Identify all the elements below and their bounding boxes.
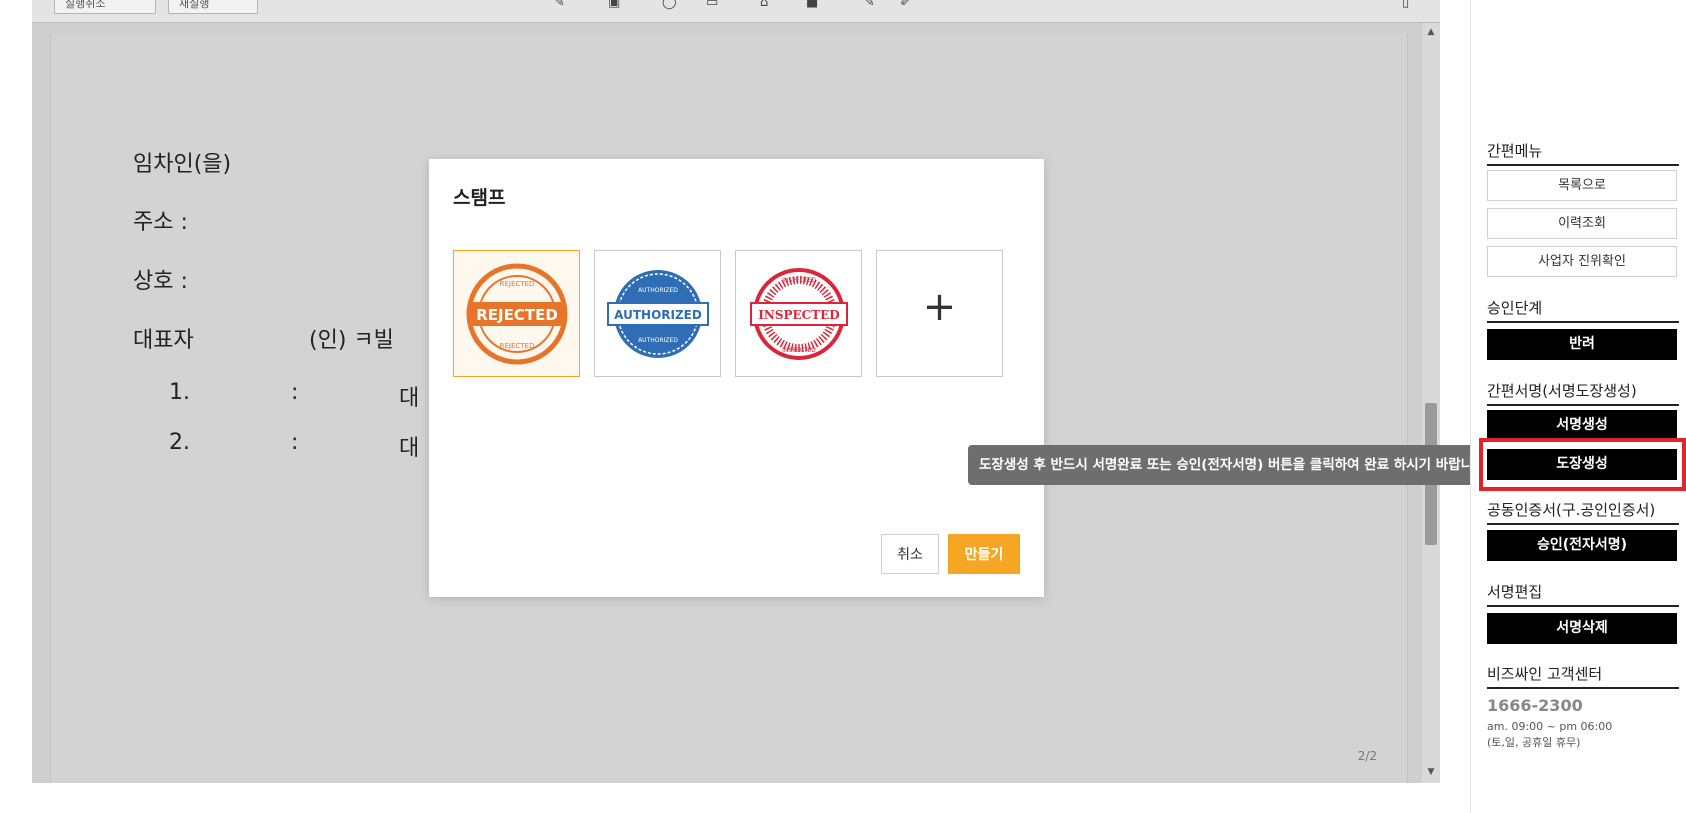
stamp-option-authorized[interactable]: AUTHORIZED AUTHORIZED AUTHORIZED	[594, 250, 721, 377]
inspected-stamp-icon: INSPECTED INSPECTED INSPECTED	[750, 268, 848, 360]
stamp-dialog: 스탬프 REJECTED REJECTED REJECTED AUTHORIZE…	[429, 159, 1044, 597]
certificate-title: 공동인증서(구.공인인증서)	[1487, 499, 1679, 525]
support-hours-text: am. 09:00 ~ pm 06:00	[1487, 720, 1613, 733]
signature-icon[interactable]: ⌂	[760, 0, 778, 10]
doc-line-lessee: 임차인(을)	[133, 152, 232, 177]
stamp-option-inspected[interactable]: INSPECTED INSPECTED INSPECTED	[735, 250, 862, 377]
stamp-ring-text: AUTHORIZED	[638, 337, 678, 344]
reject-button[interactable]: 반려	[1487, 329, 1677, 360]
highlight-box	[1479, 438, 1686, 491]
stamp-option-rejected[interactable]: REJECTED REJECTED REJECTED	[453, 250, 580, 377]
list-item-num: 2.	[169, 430, 190, 455]
create-signature-button[interactable]: 서명생성	[1487, 410, 1677, 441]
dialog-title: 스탬프	[453, 187, 506, 209]
stamp-label: AUTHORIZED	[614, 308, 702, 322]
eraser-icon[interactable]: ✐	[900, 0, 918, 10]
plus-icon: +	[922, 284, 957, 330]
page-indicator: 2/2	[1357, 749, 1377, 763]
doc-line-company: 상호 :	[133, 269, 188, 294]
stamp-ring-text: INSPECTED	[782, 277, 816, 284]
scroll-up-arrow-icon[interactable]: ▲	[1422, 27, 1440, 39]
support-holiday-text: (토,일, 공휴일 휴무)	[1487, 736, 1581, 749]
list-item-sep: :	[291, 380, 299, 405]
right-sidebar: 간편메뉴 목록으로 이력조회 사업자 진위확인 승인단계 반려 간편서명(서명도…	[1470, 0, 1686, 813]
panel-icon[interactable]: ▯	[1402, 0, 1420, 10]
viewer-toolbar: 실행취소 재실행 ✎ ▣ ◯ ▭ ⌂ ■ ✎ ✐ ▯	[32, 0, 1440, 23]
pen-icon[interactable]: ✎	[554, 0, 572, 10]
doc-line-representative: 대표자	[133, 328, 194, 353]
comment-icon[interactable]: ◯	[662, 0, 680, 10]
list-item-num: 1.	[169, 380, 190, 405]
approve-e-sign-button[interactable]: 승인(전자서명)	[1487, 530, 1677, 561]
list-item-tail: 대	[399, 436, 420, 461]
text-icon[interactable]: ▣	[608, 0, 626, 10]
support-title: 비즈싸인 고객센터	[1487, 663, 1679, 689]
cancel-button[interactable]: 취소	[881, 534, 939, 574]
back-to-list-button[interactable]: 목록으로	[1487, 170, 1677, 201]
stamp-ring-text: REJECTED	[500, 280, 535, 288]
delete-signature-button[interactable]: 서명삭제	[1487, 613, 1677, 644]
font-icon[interactable]: ■	[806, 0, 824, 10]
support-hours: am. 09:00 ~ pm 06:00 (토,일, 공휴일 휴무)	[1487, 719, 1612, 751]
stamp-label: INSPECTED	[758, 308, 839, 322]
stamp-ring-text: INSPECTED	[782, 347, 816, 354]
attach-icon[interactable]: ✎	[864, 0, 882, 10]
sign-edit-title: 서명편집	[1487, 581, 1679, 607]
stamp-tooltip: 도장생성 후 반드시 서명완료 또는 승인(전자서명) 버튼을 클릭하여 완료 …	[968, 445, 1491, 485]
list-item-tail: 대	[399, 386, 420, 411]
stamp-label: REJECTED	[476, 306, 558, 324]
rejected-stamp-icon: REJECTED REJECTED REJECTED	[466, 263, 568, 365]
history-button[interactable]: 이력조회	[1487, 208, 1677, 239]
add-stamp-button[interactable]: +	[876, 250, 1003, 377]
stamp-ring-text: REJECTED	[500, 342, 535, 350]
doc-sign-mark: (인) ㅋ빌	[309, 328, 394, 353]
create-button[interactable]: 만들기	[948, 534, 1020, 574]
vertical-scrollbar[interactable]: ▲ ▼	[1422, 23, 1440, 783]
redo-button[interactable]: 재실행	[168, 0, 258, 14]
stamp-icon[interactable]: ▭	[706, 0, 724, 10]
undo-button[interactable]: 실행취소	[54, 0, 156, 14]
business-verify-button[interactable]: 사업자 진위확인	[1487, 246, 1677, 277]
quick-menu-title: 간편메뉴	[1487, 140, 1679, 166]
approval-title: 승인단계	[1487, 297, 1679, 323]
authorized-stamp-icon: AUTHORIZED AUTHORIZED AUTHORIZED	[607, 270, 709, 358]
list-item-sep: :	[291, 430, 299, 455]
support-phone: 1666-2300	[1487, 696, 1583, 715]
easy-sign-title: 간편서명(서명도장생성)	[1487, 380, 1679, 406]
scroll-down-arrow-icon[interactable]: ▼	[1422, 767, 1440, 779]
doc-line-address: 주소 :	[133, 210, 188, 235]
stamp-ring-text: AUTHORIZED	[638, 287, 678, 294]
